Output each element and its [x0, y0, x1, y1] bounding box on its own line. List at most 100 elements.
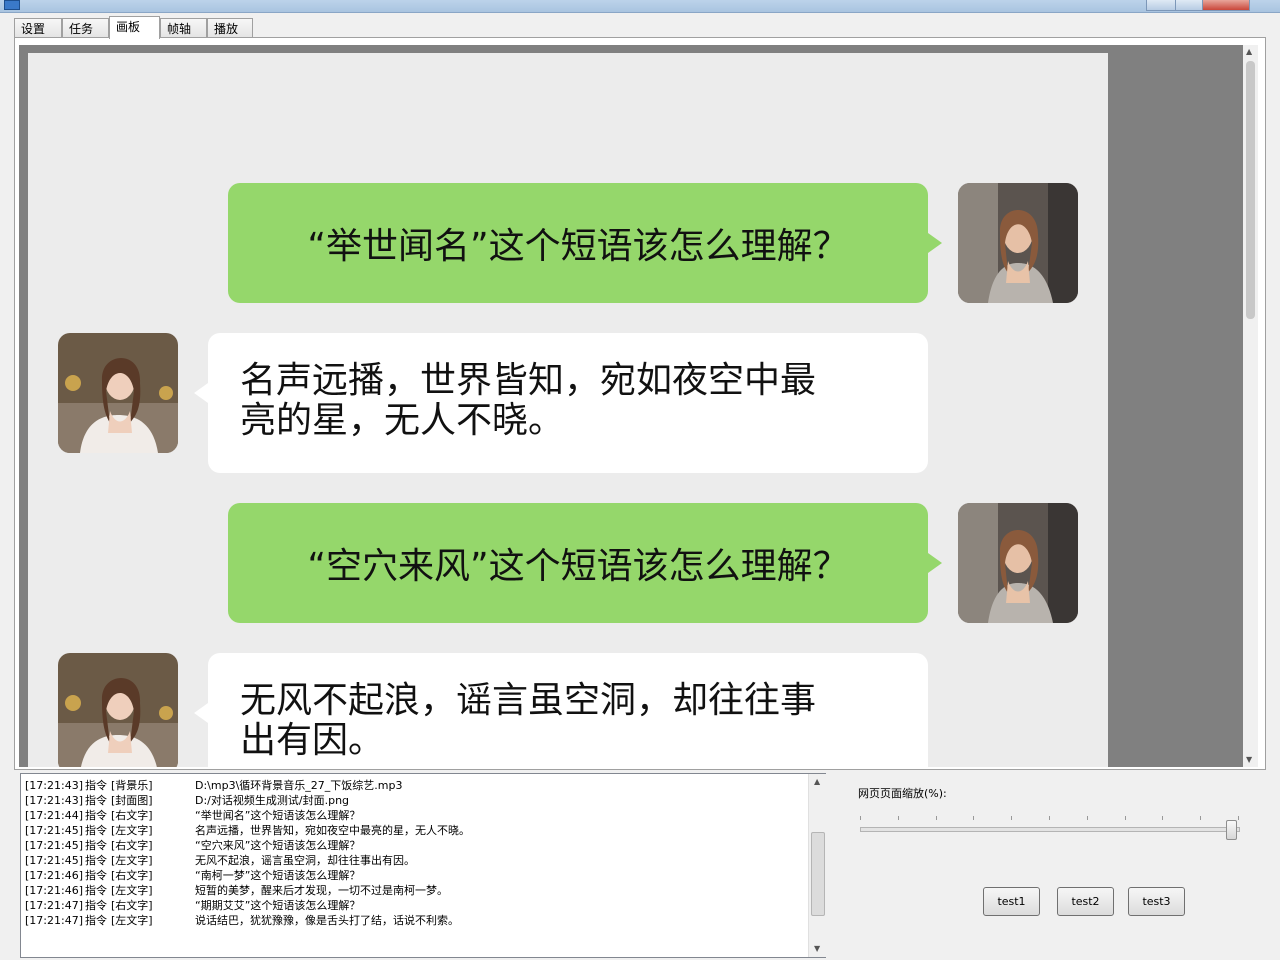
- zoom-label: 网页页面缩放(%):: [858, 787, 947, 800]
- log-time: [17:21:43]: [25, 779, 83, 792]
- canvas-viewport: “举世闻名”这个短语该怎么理解？ 名声远播，世界皆知，宛如夜空中最 亮的星，无人…: [19, 45, 1243, 767]
- log-time: [17:21:45]: [25, 839, 83, 852]
- slider-tick: [1049, 816, 1050, 820]
- log-command: 指令: [85, 854, 107, 867]
- slider-tick: [1087, 816, 1088, 820]
- chat-bubble-left: 名声远播，世界皆知，宛如夜空中最 亮的星，无人不晓。: [208, 333, 928, 473]
- zoom-slider[interactable]: [858, 810, 1242, 840]
- minimize-button[interactable]: [1146, 0, 1176, 11]
- log-time: [17:21:45]: [25, 854, 83, 867]
- log-command: 指令: [85, 839, 107, 852]
- log-command: 指令: [85, 914, 107, 927]
- slider-tick: [1011, 816, 1012, 820]
- log-kind: [右文字]: [111, 899, 153, 912]
- tab-settings[interactable]: 设置: [14, 18, 62, 38]
- log-command: 指令: [85, 779, 107, 792]
- slider-tick: [860, 816, 861, 820]
- log-kind: [左文字]: [111, 884, 153, 897]
- log-command: 指令: [85, 869, 107, 882]
- woman-avatar-gray-dress-icon: [958, 503, 1078, 623]
- slider-tick: [898, 816, 899, 820]
- window-titlebar: [0, 0, 1280, 13]
- slider-tick: [973, 816, 974, 820]
- test1-button[interactable]: test1: [983, 887, 1040, 916]
- chat-canvas: “举世闻名”这个短语该怎么理解？ 名声远播，世界皆知，宛如夜空中最 亮的星，无人…: [28, 53, 1108, 767]
- chat-bubble-left: 无风不起浪，谣言虽空洞，却往往事 出有因。: [208, 653, 928, 767]
- log-command: 指令: [85, 824, 107, 837]
- woman-avatar-white-dress-icon: [58, 333, 178, 453]
- log-time: [17:21:45]: [25, 824, 83, 837]
- log-time: [17:21:44]: [25, 809, 83, 822]
- slider-tick: [1162, 816, 1163, 820]
- log-kind: [右文字]: [111, 809, 153, 822]
- app-icon: [4, 0, 20, 10]
- chat-bubble-text-line: 出有因。: [240, 720, 385, 761]
- avatar-right: [958, 503, 1078, 623]
- log-kind: [右文字]: [111, 869, 153, 882]
- chat-bubble-text: “空穴来风”这个短语该怎么理解？: [307, 546, 849, 587]
- chat-bubble-text-line: 亮的星，无人不晓。: [240, 400, 565, 441]
- log-value: “空穴来风”这个短语该怎么理解？: [195, 839, 361, 852]
- log-value: D:/对话视频生成测试/封面.png: [195, 794, 350, 807]
- log-time: [17:21:43]: [25, 794, 83, 807]
- bubble-tail: [928, 233, 942, 253]
- slider-handle[interactable]: [1226, 820, 1237, 840]
- tab-canvas[interactable]: 画板: [109, 16, 160, 39]
- log-value: 名声远播，世界皆知，宛如夜空中最亮的星，无人不晓。: [195, 824, 470, 837]
- log-kind: [左文字]: [111, 854, 153, 867]
- slider-tick: [1125, 816, 1126, 820]
- log-kind: [左文字]: [111, 824, 153, 837]
- log-value: 无风不起浪，谣言虽空洞，却往往事出有因。: [195, 854, 415, 867]
- log-time: [17:21:46]: [25, 869, 83, 882]
- slider-tick: [936, 816, 937, 820]
- command-log[interactable]: [17:21:43] 指令 [背景乐] D:\mp3\循环背景音乐_27_下饭综艺.m…: [20, 773, 826, 958]
- log-value: “举世闻名”这个短语该怎么理解？: [195, 809, 361, 822]
- bubble-tail: [928, 553, 942, 573]
- avatar-left: [58, 333, 178, 453]
- log-command: 指令: [85, 899, 107, 912]
- avatar-left: [58, 653, 178, 767]
- tab-timeline[interactable]: 帧轴: [160, 18, 207, 38]
- bubble-tail: [194, 703, 208, 723]
- scroll-down-icon[interactable]: ▼: [814, 944, 820, 953]
- log-value: “期期艾艾”这个短语该怎么理解？: [195, 899, 361, 912]
- chat-bubble-right: “空穴来风”这个短语该怎么理解？: [228, 503, 928, 623]
- close-button[interactable]: [1202, 0, 1250, 11]
- slider-track: [860, 827, 1240, 832]
- maximize-button[interactable]: [1175, 0, 1203, 11]
- woman-avatar-gray-dress-icon: [958, 183, 1078, 303]
- chat-bubble-text-line: 名声远播，世界皆知，宛如夜空中最: [240, 360, 817, 401]
- log-value: D:\mp3\循环背景音乐_27_下饭综艺.mp3: [195, 779, 403, 792]
- chat-bubble-right: “举世闻名”这个短语该怎么理解？: [228, 183, 928, 303]
- scrollbar-thumb[interactable]: [811, 832, 825, 916]
- log-time: [17:21:46]: [25, 884, 83, 897]
- scrollbar-thumb[interactable]: [1246, 61, 1255, 319]
- avatar-right: [958, 183, 1078, 303]
- bubble-tail: [194, 383, 208, 403]
- log-command: 指令: [85, 809, 107, 822]
- log-command: 指令: [85, 794, 107, 807]
- log-value: “南柯一梦”这个短语该怎么理解？: [195, 869, 361, 882]
- log-time: [17:21:47]: [25, 914, 83, 927]
- tab-playback[interactable]: 播放: [207, 18, 253, 38]
- log-time: [17:21:47]: [25, 899, 83, 912]
- chat-bubble-text: “举世闻名”这个短语该怎么理解？: [307, 226, 849, 267]
- chat-bubble-text-line: 无风不起浪，谣言虽空洞，却往往事: [240, 680, 817, 721]
- tab-tasks[interactable]: 任务: [62, 18, 109, 38]
- woman-avatar-white-dress-icon: [58, 653, 178, 767]
- log-vertical-scrollbar[interactable]: ▲ ▼: [808, 774, 826, 957]
- log-kind: [右文字]: [111, 839, 153, 852]
- scroll-down-icon[interactable]: ▼: [1246, 755, 1252, 764]
- slider-tick: [1238, 816, 1239, 820]
- log-kind: [左文字]: [111, 914, 153, 927]
- log-command: 指令: [85, 884, 107, 897]
- scroll-up-icon[interactable]: ▲: [1246, 47, 1252, 56]
- scroll-up-icon[interactable]: ▲: [814, 777, 820, 786]
- log-value: 短暂的美梦，醒来后才发现，一切不过是南柯一梦。: [195, 884, 448, 897]
- log-kind: [封面图]: [111, 794, 153, 807]
- test2-button[interactable]: test2: [1057, 887, 1114, 916]
- log-kind: [背景乐]: [111, 779, 153, 792]
- canvas-vertical-scrollbar[interactable]: ▲ ▼: [1243, 45, 1258, 767]
- test3-button[interactable]: test3: [1128, 887, 1185, 916]
- log-value: 说话结巴，犹犹豫豫，像是舌头打了结，话说不利索。: [195, 914, 459, 927]
